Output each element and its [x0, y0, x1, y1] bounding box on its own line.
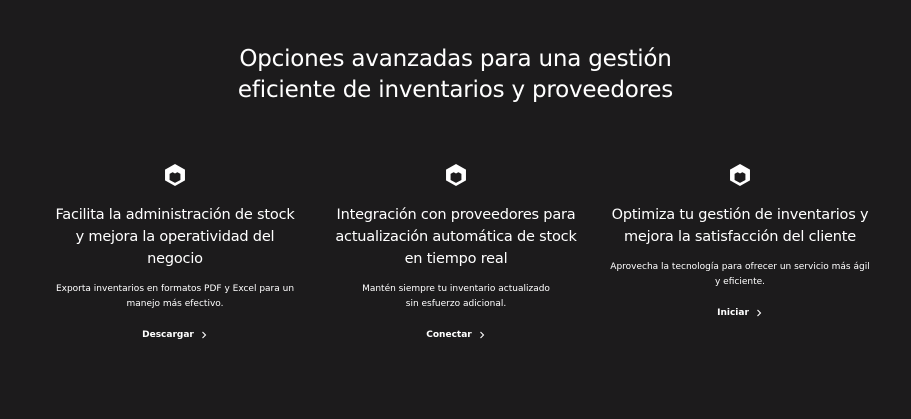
feature-title: Optimiza tu gestión de inventarios y mej… [611, 207, 869, 245]
download-link-label: Descargar [142, 330, 194, 340]
start-link-label: Iniciar [717, 308, 749, 318]
cube-icon [730, 163, 750, 187]
connect-link[interactable]: Conectar [426, 330, 485, 340]
feature-description: Exporta inventarios en formatos PDF y Ex… [55, 284, 295, 309]
feature-description: Mantén siempre tu inventario actualizado… [362, 284, 550, 309]
connect-link-label: Conectar [426, 330, 472, 340]
chevron-right-icon [479, 331, 484, 339]
cube-icon [446, 163, 466, 187]
feature-card-stock: Facilita la administración de stock y me… [40, 160, 310, 341]
chevron-right-icon [757, 309, 762, 317]
heading-line-2: eficiente de inventarios y proveedores [237, 77, 674, 103]
download-link[interactable]: Descargar [142, 330, 208, 340]
heading-line-1: Opciones avanzadas para una gestión [239, 46, 672, 72]
start-link[interactable]: Iniciar [717, 308, 763, 318]
feature-title: Facilita la administración de stock y me… [55, 207, 295, 267]
chevron-right-icon [201, 331, 207, 339]
feature-title: Integración con proveedores para actuali… [335, 207, 577, 267]
feature-card-optimize: Optimiza tu gestión de inventarios y mej… [605, 160, 875, 319]
feature-description: Aprovecha la tecnología para ofrecer un … [610, 262, 870, 287]
section-heading: Opciones avanzadas para una gestión efic… [0, 44, 911, 106]
cube-icon [165, 163, 185, 187]
feature-card-suppliers: Integración con proveedores para actuali… [321, 160, 591, 341]
features-section: Opciones avanzadas para una gestión efic… [0, 0, 911, 419]
